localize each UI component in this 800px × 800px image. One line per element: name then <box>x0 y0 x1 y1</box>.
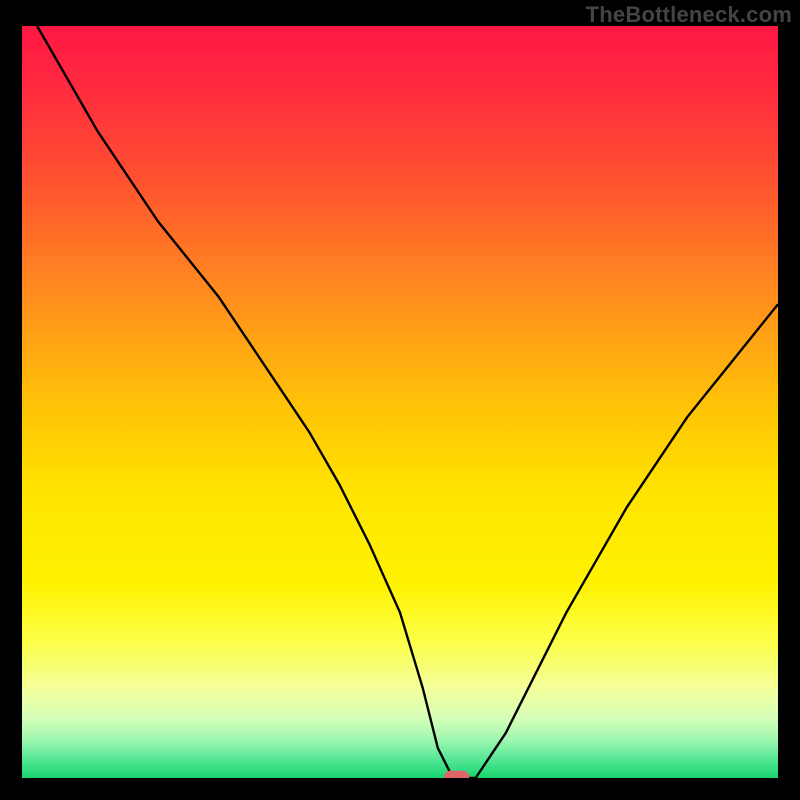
plot-area <box>22 26 778 778</box>
watermark-label: TheBottleneck.com <box>586 2 792 28</box>
chart-frame: TheBottleneck.com <box>0 0 800 800</box>
optimal-marker <box>445 771 469 778</box>
gradient-background <box>22 26 778 778</box>
chart-svg <box>22 26 778 778</box>
